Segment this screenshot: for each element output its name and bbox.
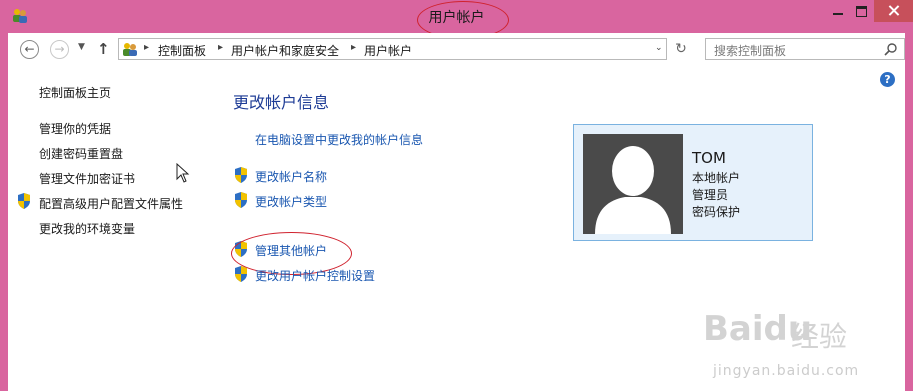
breadcrumb-user-accounts-family[interactable]: 用户帐户和家庭安全 <box>231 42 339 59</box>
sidebar-item-file-encryption-certs[interactable]: 管理文件加密证书 <box>39 170 135 187</box>
search-placeholder: 搜索控制面板 <box>714 44 787 58</box>
maximize-button[interactable] <box>850 0 874 22</box>
back-button[interactable]: ← <box>20 40 39 59</box>
recent-locations-chevron-icon[interactable]: ▼ <box>78 42 85 52</box>
sidebar-item-manage-credentials[interactable]: 管理你的凭据 <box>39 120 111 137</box>
watermark-url: jingyan.baidu.com <box>713 363 860 379</box>
uac-settings-link[interactable]: 更改用户帐户控制设置 <box>255 267 375 284</box>
navigation-bar: ← → ▼ ↑ ▸ 控制面板 ▸ 用户帐户和家庭安全 ▸ 用户帐户 ⌄ ↻ 搜索… <box>8 33 905 67</box>
user-accounts-icon <box>123 43 137 56</box>
breadcrumb-separator-icon[interactable]: ▸ <box>218 42 223 53</box>
address-dropdown-chevron-icon[interactable]: ⌄ <box>655 43 663 53</box>
uac-shield-icon <box>18 193 30 209</box>
sidebar-item-advanced-profile-properties[interactable]: 配置高级用户配置文件属性 <box>39 195 183 212</box>
change-account-name-link[interactable]: 更改帐户名称 <box>255 168 327 185</box>
uac-shield-icon <box>235 192 247 208</box>
password-status: 密码保护 <box>692 205 741 219</box>
user-silhouette-icon <box>595 146 671 234</box>
user-name: TOM <box>692 149 726 167</box>
sidebar-item-create-reset-disk[interactable]: 创建密码重置盘 <box>39 145 123 162</box>
breadcrumb-control-panel[interactable]: 控制面板 <box>158 42 206 59</box>
avatar <box>583 134 683 234</box>
account-type: 本地帐户 <box>692 171 741 185</box>
mouse-cursor-icon <box>176 163 190 183</box>
page-title: 更改帐户信息 <box>233 93 330 112</box>
search-icon[interactable] <box>884 42 898 56</box>
sidebar-item-environment-variables[interactable]: 更改我的环境变量 <box>39 220 135 237</box>
title-bar[interactable]: 用户帐户 <box>0 0 913 39</box>
forward-button[interactable]: → <box>50 40 69 59</box>
search-input[interactable]: 搜索控制面板 <box>705 38 905 60</box>
uac-shield-icon <box>235 266 247 282</box>
help-icon[interactable]: ? <box>880 72 895 87</box>
uac-shield-icon <box>235 167 247 183</box>
account-role: 管理员 <box>692 188 729 202</box>
watermark-text: 经验 <box>791 320 848 353</box>
address-box[interactable]: ▸ 控制面板 ▸ 用户帐户和家庭安全 ▸ 用户帐户 ⌄ <box>118 38 667 60</box>
change-account-type-link[interactable]: 更改帐户类型 <box>255 193 327 210</box>
breadcrumb-separator-icon[interactable]: ▸ <box>144 42 149 53</box>
breadcrumb-user-accounts[interactable]: 用户帐户 <box>364 42 412 59</box>
up-arrow-icon[interactable]: ↑ <box>97 40 110 58</box>
close-button[interactable] <box>874 0 913 22</box>
sidebar-home-link[interactable]: 控制面板主页 <box>39 84 111 101</box>
breadcrumb-separator-icon[interactable]: ▸ <box>351 42 356 53</box>
pc-settings-link[interactable]: 在电脑设置中更改我的帐户信息 <box>255 131 423 148</box>
control-panel-window: 用户帐户 ← → ▼ ↑ ▸ 控制面板 ▸ 用户帐户和家庭安全 ▸ 用户帐户 ⌄… <box>0 0 913 391</box>
user-account-card: TOM 本地帐户 管理员 密码保护 <box>573 124 813 241</box>
baidu-jingyan-watermark: Baidu 经验 jingyan.baidu.com <box>703 309 903 387</box>
refresh-icon[interactable]: ↻ <box>671 40 691 58</box>
content-pane: ? 控制面板主页 管理你的凭据 创建密码重置盘 管理文件加密证书 配置高级用户配… <box>8 67 905 391</box>
minimize-button[interactable] <box>826 0 850 22</box>
